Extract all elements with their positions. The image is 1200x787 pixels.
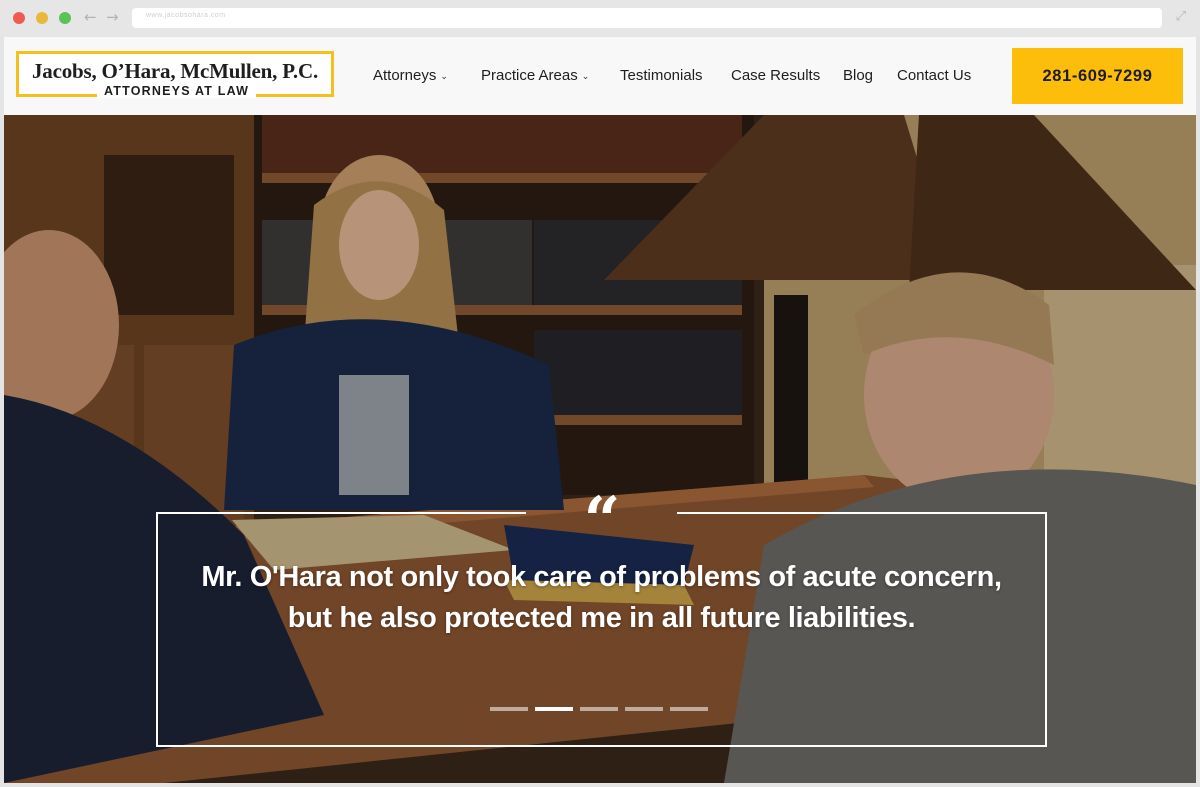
site-header: Jacobs, O’Hara, McMullen, P.C. ATTORNEYS… bbox=[4, 37, 1196, 115]
nav-label-testimonials: Testimonials bbox=[620, 67, 703, 84]
nav-label-practice-areas: Practice Areas bbox=[481, 67, 578, 84]
slider-dot-5[interactable] bbox=[670, 707, 708, 711]
nav-label-attorneys: Attorneys bbox=[373, 67, 437, 84]
testimonial-border-bottom bbox=[156, 745, 1047, 747]
slider-dot-3[interactable] bbox=[580, 707, 618, 711]
chevron-down-icon: ⌄ bbox=[440, 72, 448, 82]
testimonial-quote: Mr. O'Hara not only took care of problem… bbox=[201, 561, 1002, 634]
address-bar-url: www.jacobsohara.com bbox=[146, 12, 226, 19]
slider-dot-2[interactable] bbox=[535, 707, 573, 711]
nav-item-contact-us[interactable]: Contact Us bbox=[897, 67, 971, 84]
maximize-window-dot[interactable] bbox=[59, 12, 71, 24]
forward-arrow-icon[interactable]: → bbox=[106, 8, 119, 26]
hero-section: “ Mr. O'Hara not only took care of probl… bbox=[4, 115, 1196, 783]
nav-item-testimonials[interactable]: Testimonials bbox=[620, 67, 703, 84]
nav-item-case-results[interactable]: Case Results bbox=[731, 67, 820, 84]
slider-dot-4[interactable] bbox=[625, 707, 663, 711]
quote-mark-icon: “ bbox=[583, 483, 621, 558]
expand-icon[interactable]: ⤢ bbox=[1176, 9, 1186, 24]
chevron-down-icon: ⌄ bbox=[581, 72, 590, 82]
site-logo[interactable]: Jacobs, O’Hara, McMullen, P.C. ATTORNEYS… bbox=[16, 51, 334, 98]
logo-tagline: ATTORNEYS AT LAW bbox=[97, 84, 257, 98]
minimize-window-dot[interactable] bbox=[36, 12, 48, 24]
back-arrow-icon[interactable]: ← bbox=[84, 8, 97, 26]
testimonial-border-top-right bbox=[677, 512, 1047, 514]
nav-label-case-results: Case Results bbox=[731, 67, 821, 84]
testimonial-border-top-left bbox=[156, 512, 526, 514]
nav-item-blog[interactable]: Blog bbox=[843, 67, 873, 84]
testimonial-border-left bbox=[156, 512, 158, 747]
address-bar[interactable]: www.jacobsohara.com bbox=[132, 8, 1162, 28]
testimonial-border-right bbox=[1045, 512, 1047, 747]
logo-firm-name: Jacobs, O’Hara, McMullen, P.C. bbox=[31, 59, 319, 83]
browser-chrome: ← → www.jacobsohara.com ⤢ bbox=[0, 0, 1200, 37]
slider-dot-1[interactable] bbox=[490, 707, 528, 711]
page-viewport: Jacobs, O’Hara, McMullen, P.C. ATTORNEYS… bbox=[4, 37, 1196, 783]
phone-button[interactable]: 281-609-7299 bbox=[1012, 48, 1183, 104]
nav-item-attorneys[interactable]: Attorneys ⌄ bbox=[373, 67, 448, 84]
nav-item-practice-areas[interactable]: Practice Areas ⌄ bbox=[481, 67, 589, 84]
nav-label-blog: Blog bbox=[843, 67, 874, 84]
close-window-dot[interactable] bbox=[13, 12, 25, 24]
nav-label-contact-us: Contact Us bbox=[897, 67, 972, 84]
testimonial-box: “ Mr. O'Hara not only took care of probl… bbox=[156, 489, 1047, 747]
